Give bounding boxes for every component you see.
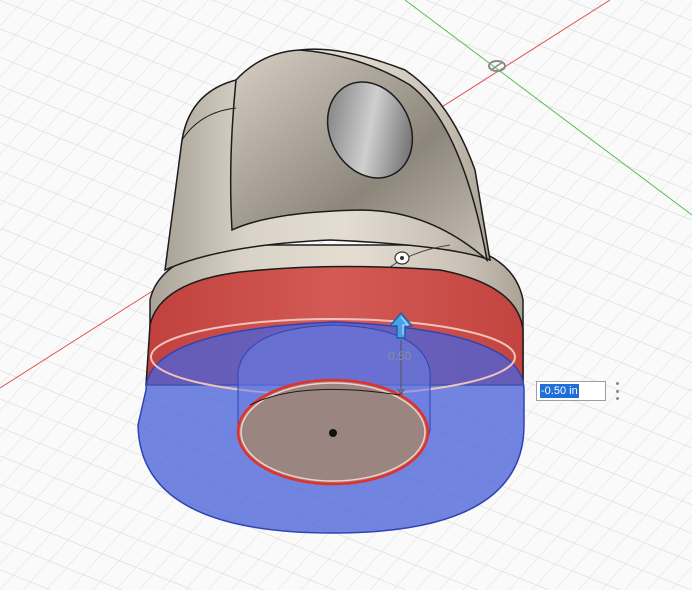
dimension-label: 0.50 (388, 349, 412, 363)
distance-input[interactable]: -0.50 in (536, 381, 606, 401)
3d-viewport[interactable] (0, 0, 692, 590)
distance-input-widget: -0.50 in (528, 379, 626, 403)
extrude-preview[interactable] (137, 318, 525, 534)
center-point (329, 429, 337, 437)
distance-input-value: -0.50 in (540, 384, 579, 398)
vertical-ellipsis-icon[interactable] (612, 382, 622, 400)
